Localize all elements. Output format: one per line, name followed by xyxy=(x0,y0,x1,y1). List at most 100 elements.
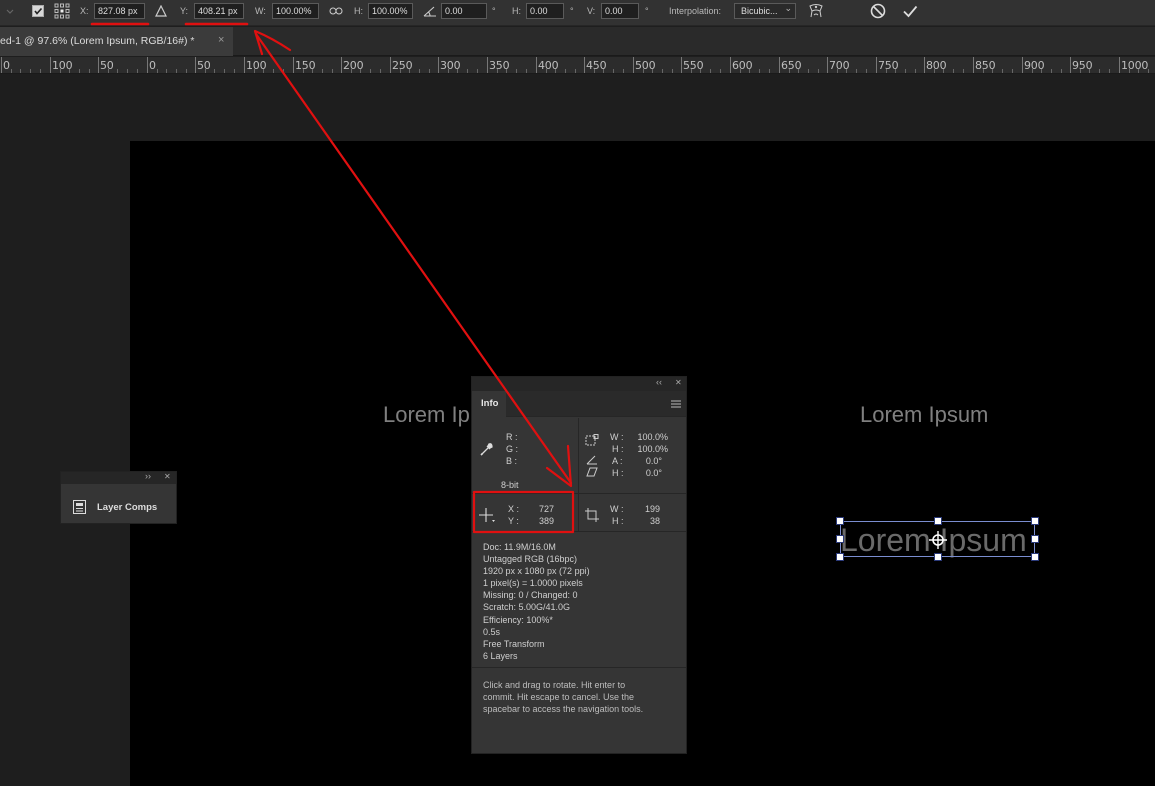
document-tab-bar: ed-1 @ 97.6% (Lorem Ipsum, RGB/16#) * × xyxy=(0,27,1155,56)
ruler-major-tick xyxy=(341,57,342,73)
interpolation-value: Bicubic... xyxy=(741,6,778,16)
doc-info-line: Missing: 0 / Changed: 0 xyxy=(483,590,578,601)
transform-size-icon xyxy=(585,434,599,446)
ruler-minor-tick xyxy=(886,69,887,73)
y-position-field[interactable]: 408.21 px xyxy=(194,3,244,19)
warp-mode-icon[interactable] xyxy=(807,3,825,19)
hint-line: spacebar to access the navigation tools. xyxy=(483,704,644,715)
selection-w-label: W : xyxy=(610,504,624,514)
ruler-minor-tick xyxy=(837,69,838,73)
transform-handle-top-right[interactable] xyxy=(1031,517,1039,525)
ruler-major-tick xyxy=(293,57,294,73)
ruler-minor-tick xyxy=(818,69,819,73)
collapse-panel-icon[interactable]: ‹‹ xyxy=(656,377,662,387)
transform-handle-bottom-right[interactable] xyxy=(1031,553,1039,561)
ruler-minor-tick xyxy=(516,69,517,73)
transform-handle-top-left[interactable] xyxy=(836,517,844,525)
width-field[interactable]: 100.00% xyxy=(272,3,319,19)
document-tab[interactable]: ed-1 @ 97.6% (Lorem Ipsum, RGB/16#) * × xyxy=(0,27,233,56)
ruler-minor-tick xyxy=(89,69,90,73)
ruler-minor-tick xyxy=(759,69,760,73)
ruler-minor-tick xyxy=(20,69,21,73)
ruler-minor-tick xyxy=(953,69,954,73)
ruler-minor-tick xyxy=(769,69,770,73)
info-divider-v1 xyxy=(578,418,579,493)
ruler-minor-tick xyxy=(1051,69,1052,73)
ruler-minor-tick xyxy=(380,69,381,73)
x-position-field[interactable]: 827.08 px xyxy=(94,3,145,19)
ruler-label: 50 xyxy=(100,59,114,72)
transform-handle-bottom-left[interactable] xyxy=(836,553,844,561)
ruler-minor-tick xyxy=(555,69,556,73)
ruler-major-tick xyxy=(390,57,391,73)
ruler-minor-tick xyxy=(400,69,401,73)
v-skew-field[interactable]: 0.00 xyxy=(601,3,639,19)
ruler-major-tick xyxy=(876,57,877,73)
panel-close-icon[interactable]: ✕ xyxy=(164,472,171,481)
h-skew-field[interactable]: 0.00 xyxy=(526,3,564,19)
relative-position-icon[interactable] xyxy=(153,3,169,19)
layer-comps-label: Layer Comps xyxy=(97,502,158,513)
bit-depth-label: 8-bit xyxy=(501,480,519,490)
angle-field[interactable]: 0.00 xyxy=(441,3,487,19)
ruler-minor-tick xyxy=(575,69,576,73)
ruler-minor-tick xyxy=(11,69,12,73)
info-divider-h1 xyxy=(472,493,686,494)
expand-panel-icon[interactable]: ›› xyxy=(145,471,151,481)
transform-handle-top-center[interactable] xyxy=(934,517,942,525)
ruler-minor-tick xyxy=(30,69,31,73)
ruler-minor-tick xyxy=(983,69,984,73)
commit-transform-check-icon[interactable] xyxy=(901,3,919,19)
free-transform-box[interactable] xyxy=(836,517,1039,561)
ruler-major-tick xyxy=(50,57,51,73)
doc-info-line: 1 pixel(s) = 1.0000 pixels xyxy=(483,578,583,589)
horizontal-ruler[interactable]: 0 100 50 0 50 100 150 200 250 300 350 400 450 500 550 6… xyxy=(0,57,1155,74)
layer-comps-button[interactable]: Layer Comps xyxy=(61,484,176,524)
ruler-minor-tick xyxy=(905,69,906,73)
ruler-minor-tick xyxy=(370,69,371,73)
transform-handle-middle-left[interactable] xyxy=(836,535,844,543)
ruler-major-tick xyxy=(147,57,148,73)
ruler-minor-tick xyxy=(1089,69,1090,73)
cancel-transform-icon[interactable] xyxy=(869,3,887,19)
ruler-major-tick xyxy=(244,57,245,73)
height-field[interactable]: 100.00% xyxy=(368,3,413,19)
reference-point-checkbox[interactable] xyxy=(30,3,46,19)
ruler-minor-tick xyxy=(40,69,41,73)
interpolation-select[interactable]: Bicubic... ⌄ xyxy=(734,3,796,19)
selection-h-label: H : xyxy=(612,516,624,526)
tab-info[interactable]: Info xyxy=(472,391,506,417)
reference-point-crosshair-icon[interactable] xyxy=(929,531,947,549)
ruler-minor-tick xyxy=(429,69,430,73)
tool-preset-chevron-icon[interactable] xyxy=(2,3,18,19)
selection-h-value: 38 xyxy=(649,516,660,526)
ruler-minor-tick xyxy=(943,69,944,73)
tab-close-icon[interactable]: × xyxy=(218,34,224,46)
ruler-minor-tick xyxy=(1148,69,1149,73)
ruler-minor-tick xyxy=(720,69,721,73)
transform-handle-bottom-center[interactable] xyxy=(934,553,942,561)
ruler-minor-tick xyxy=(506,69,507,73)
ruler-minor-tick xyxy=(69,69,70,73)
panel-close-icon[interactable]: ✕ xyxy=(675,378,682,387)
reference-point-grid-icon[interactable] xyxy=(54,3,70,19)
ruler-minor-tick xyxy=(613,69,614,73)
ruler-minor-tick xyxy=(1002,69,1003,73)
selection-w-value: 199 xyxy=(644,504,660,514)
document-info-list: Doc: 11.9M/16.0M Untagged RGB (16bpc) 19… xyxy=(483,541,590,662)
panel-menu-icon[interactable] xyxy=(671,400,681,408)
info-divider-h2 xyxy=(472,531,686,532)
layer-comps-panel-header: ›› ✕ xyxy=(61,471,176,484)
ruler-minor-tick xyxy=(992,69,993,73)
transform-handle-middle-right[interactable] xyxy=(1031,535,1039,543)
ruler-minor-tick xyxy=(205,69,206,73)
ruler-minor-tick xyxy=(186,69,187,73)
doc-info-line: Untagged RGB (16bpc) xyxy=(483,554,578,565)
doc-info-line: 1920 px x 1080 px (72 ppi) xyxy=(483,566,590,577)
ruler-minor-tick xyxy=(351,69,352,73)
link-icon[interactable] xyxy=(328,3,344,19)
ruler-minor-tick xyxy=(691,69,692,73)
ruler-minor-tick xyxy=(594,69,595,73)
h-percent: 100.0% xyxy=(637,444,668,454)
ruler-minor-tick xyxy=(409,69,410,73)
